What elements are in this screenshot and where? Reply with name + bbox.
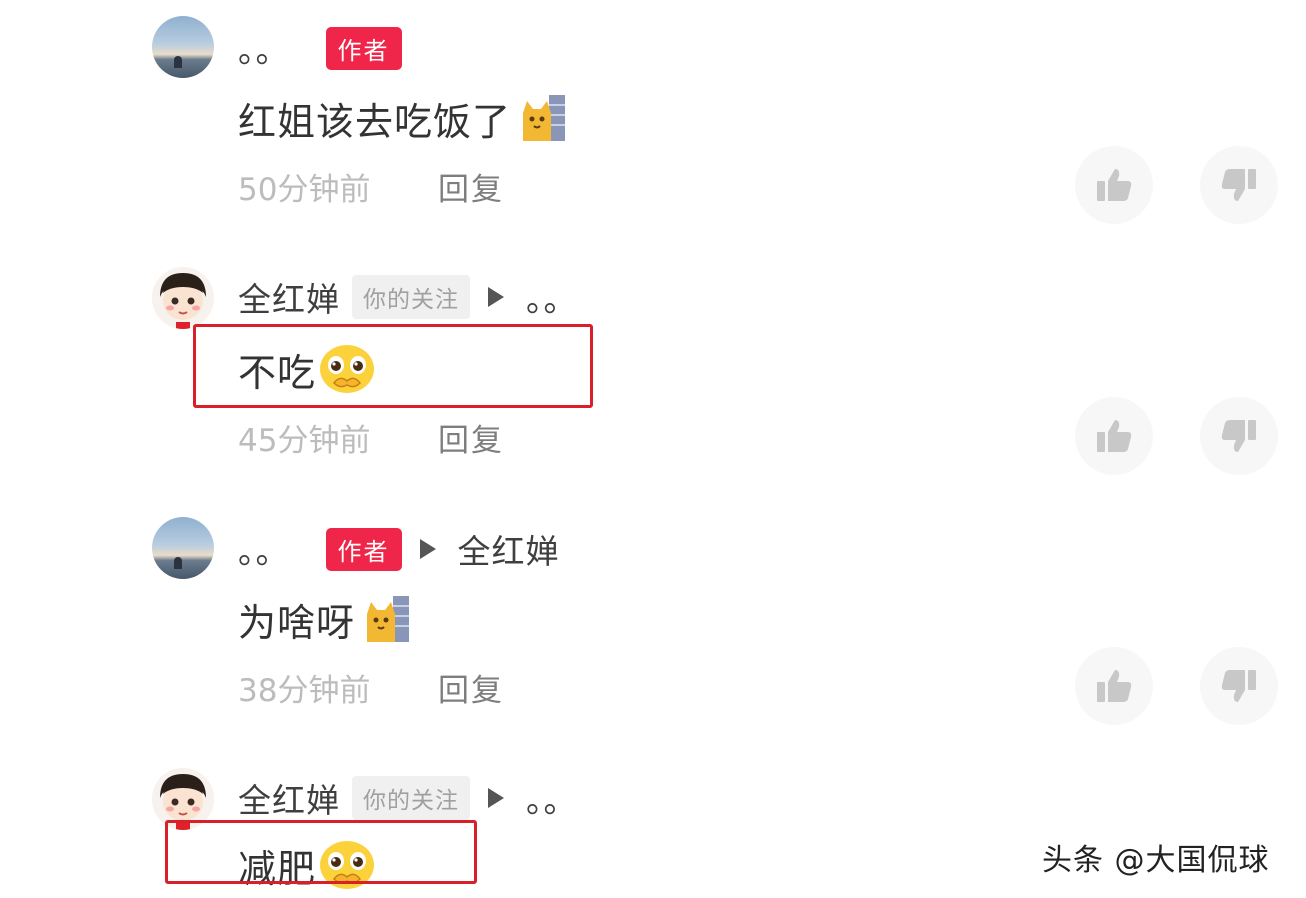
cat-peek-icon <box>367 596 410 642</box>
reply-button[interactable]: 回复 <box>438 665 504 710</box>
like-button[interactable] <box>1075 397 1153 475</box>
reply-target[interactable]: 。。 <box>526 774 578 822</box>
username[interactable]: 。。 <box>238 24 290 72</box>
follow-badge: 你的关注 <box>352 776 470 820</box>
comment-text: 为啥呀 <box>238 589 411 649</box>
thumbs-down-icon <box>1221 420 1256 452</box>
timestamp: 38分钟前 <box>238 672 371 709</box>
comment-meta: 38分钟前 回复 <box>238 665 504 709</box>
like-button[interactable] <box>1075 146 1153 224</box>
avatar[interactable] <box>152 16 214 78</box>
comment-content: 为啥呀 <box>238 600 356 645</box>
reply-arrow-icon <box>488 287 504 307</box>
author-badge: 作者 <box>325 26 402 70</box>
thumbs-up-icon <box>1097 420 1132 452</box>
follow-badge: 你的关注 <box>352 275 470 319</box>
timestamp: 50分钟前 <box>238 171 371 208</box>
reply-arrow-icon <box>419 539 436 559</box>
cat-peek-icon <box>523 95 566 141</box>
comment-item: 。。 作者 全红婵 为啥呀 38分钟前 回复 <box>0 505 1306 745</box>
highlight-box <box>193 324 593 408</box>
comment-header: 。。 作者 <box>238 26 402 70</box>
comment-item: 。。 作者 红姐该去吃饭了 50分钟前 回复 <box>0 0 1306 240</box>
comment-header: 。。 作者 全红婵 <box>238 527 560 571</box>
reply-target[interactable]: 。。 <box>526 273 578 321</box>
comment-text: 红姐该去吃饭了 <box>238 88 567 148</box>
comment-header: 全红婵 你的关注 。。 <box>238 776 578 820</box>
username[interactable]: 。。 <box>238 525 290 573</box>
cartoon-avatar-icon <box>152 267 214 329</box>
reply-target[interactable]: 全红婵 <box>458 525 560 573</box>
thumbs-up-icon <box>1097 670 1132 702</box>
reply-button[interactable]: 回复 <box>438 415 504 460</box>
username[interactable]: 全红婵 <box>238 273 340 321</box>
comment-thread: 。。 作者 红姐该去吃饭了 50分钟前 回复 全红婵 你的关注 。。 不吃 45… <box>0 0 1306 898</box>
reply-arrow-icon <box>488 788 504 808</box>
comment-meta: 45分钟前 回复 <box>238 415 504 459</box>
dislike-button[interactable] <box>1200 647 1278 725</box>
comment-content: 红姐该去吃饭了 <box>238 99 512 144</box>
comment-header: 全红婵 你的关注 。。 <box>238 275 578 319</box>
username[interactable]: 全红婵 <box>238 774 340 822</box>
dislike-button[interactable] <box>1200 397 1278 475</box>
reply-button[interactable]: 回复 <box>438 164 504 209</box>
timestamp: 45分钟前 <box>238 422 371 459</box>
avatar[interactable] <box>152 267 214 329</box>
watermark: 头条 @大国侃球 <box>1042 843 1270 878</box>
thumbs-down-icon <box>1221 670 1256 702</box>
author-badge: 作者 <box>325 527 402 571</box>
avatar[interactable] <box>152 517 214 579</box>
like-button[interactable] <box>1075 647 1153 725</box>
highlight-box <box>165 820 477 884</box>
thumbs-down-icon <box>1221 169 1256 201</box>
comment-meta: 50分钟前 回复 <box>238 164 504 208</box>
thumbs-up-icon <box>1097 169 1132 201</box>
dislike-button[interactable] <box>1200 146 1278 224</box>
